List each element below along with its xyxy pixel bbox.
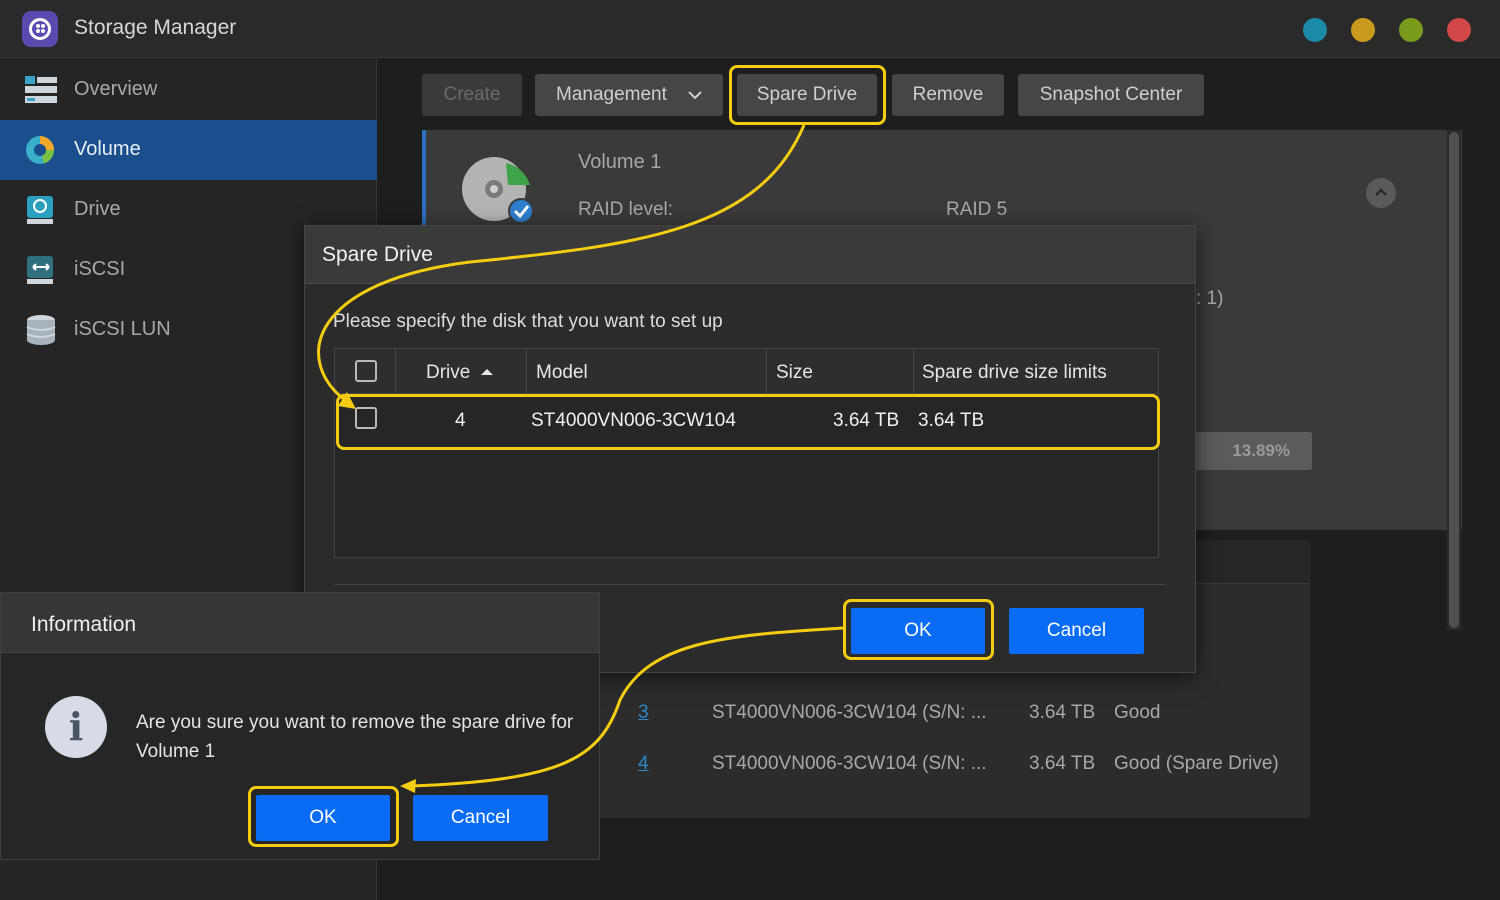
arrowhead-info — [400, 779, 416, 793]
arrow-ok-to-info — [411, 626, 844, 788]
annotation-arrows — [317, 124, 844, 793]
arrowhead-row — [338, 392, 356, 409]
arrow-spare-to-row — [317, 124, 806, 403]
